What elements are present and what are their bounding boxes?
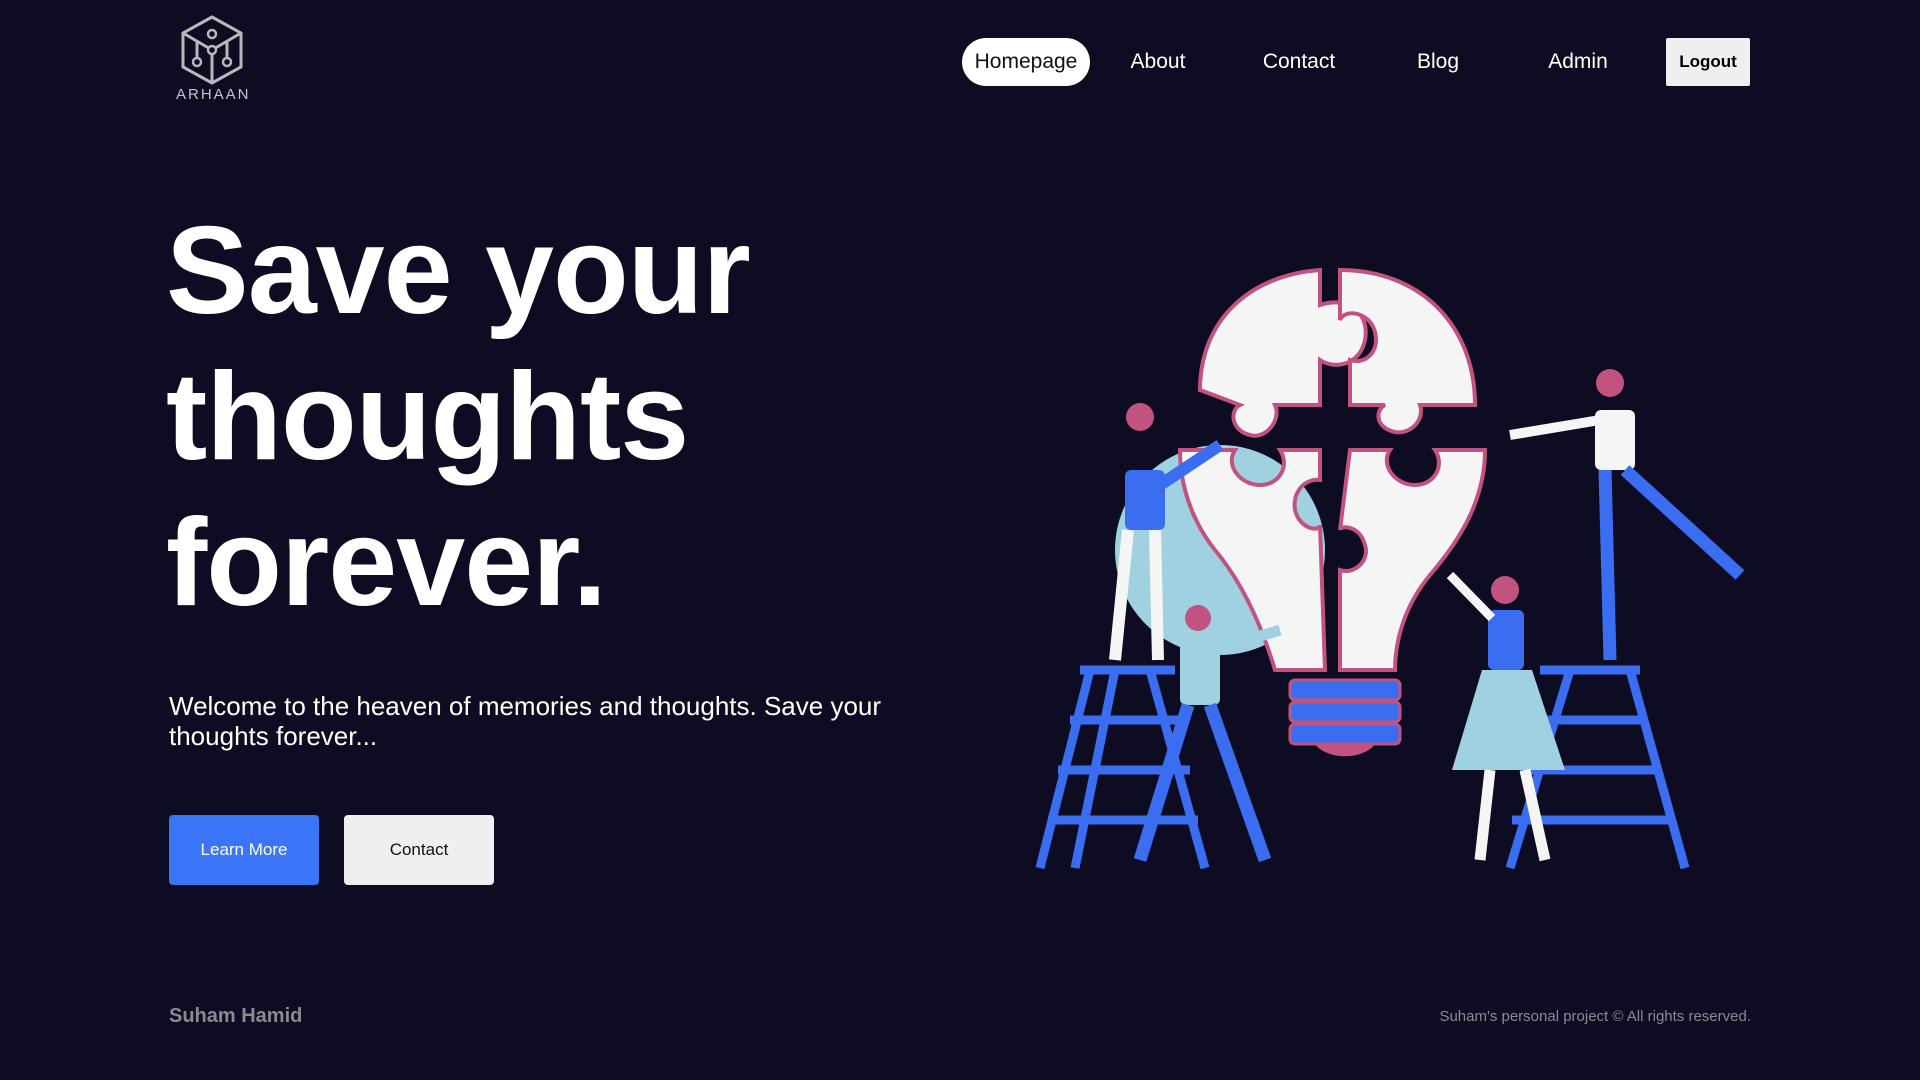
cube-network-icon [181, 15, 243, 85]
hero-title-line: forever. [166, 494, 607, 632]
logout-button[interactable]: Logout [1666, 38, 1750, 86]
hero-title-line: Save your [166, 202, 751, 340]
logo-text: ARHAAN [176, 86, 251, 103]
hero-illustration [1035, 267, 1745, 870]
person-top-right [1509, 369, 1745, 661]
brand-logo[interactable]: ARHAAN [176, 14, 251, 103]
hero-subtitle: Welcome to the heaven of memories and th… [169, 691, 882, 751]
hero-title: Save your thoughts forever. [166, 198, 926, 636]
contact-button[interactable]: Contact [344, 815, 494, 885]
footer-author: Suham Hamid [169, 1005, 303, 1027]
nav-homepage[interactable]: Homepage [962, 38, 1090, 86]
nav-about[interactable]: About [1118, 38, 1198, 86]
bulb-base [1288, 678, 1402, 757]
nav-blog[interactable]: Blog [1408, 38, 1468, 86]
footer-copyright: Suham's personal project © All rights re… [1439, 1008, 1751, 1025]
nav-admin[interactable]: Admin [1542, 38, 1614, 86]
learn-more-button[interactable]: Learn More [169, 815, 319, 885]
nav-contact[interactable]: Contact [1254, 38, 1344, 86]
hero-title-line: thoughts [166, 348, 689, 486]
